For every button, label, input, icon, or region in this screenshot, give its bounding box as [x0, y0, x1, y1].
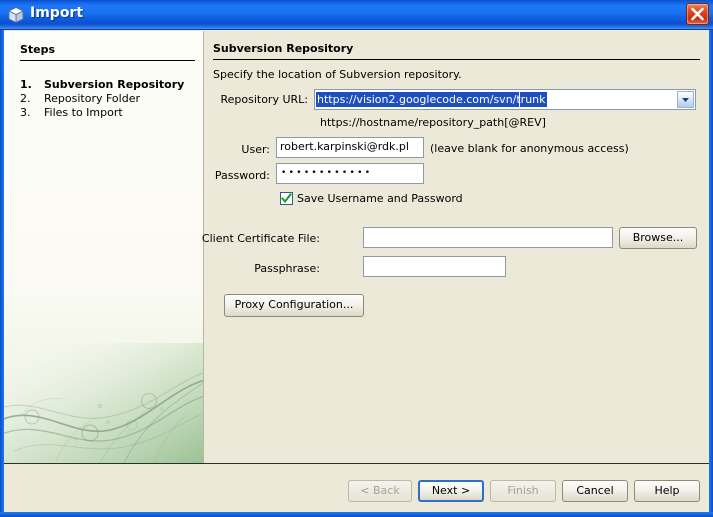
title-bar: Import — [0, 0, 713, 30]
step-number: 1. — [20, 78, 32, 91]
window-border-right — [709, 30, 713, 517]
save-credentials-label[interactable]: Save Username and Password — [297, 192, 463, 205]
repository-url-label: Repository URL: — [220, 93, 308, 106]
help-button[interactable]: Help — [634, 480, 700, 502]
footer-bar: < Back Next > Finish Cancel Help — [4, 464, 709, 512]
proxy-configuration-button[interactable]: Proxy Configuration... — [224, 294, 364, 317]
step-label: Files to Import — [44, 106, 123, 119]
password-label: Password: — [214, 169, 270, 182]
step-number: 2. — [20, 92, 31, 105]
back-button[interactable]: < Back — [348, 480, 412, 502]
sidebar-item-subversion-repository[interactable]: 1. Subversion Repository — [20, 78, 184, 93]
user-field[interactable]: robert.karpinski@rdk.pl — [276, 137, 424, 158]
finish-button[interactable]: Finish — [490, 480, 556, 502]
window-border-bottom — [0, 512, 713, 517]
next-button[interactable]: Next > — [418, 480, 484, 502]
steps-heading: Steps — [20, 43, 56, 56]
client-certificate-label: Client Certificate File: — [201, 232, 320, 245]
cancel-button[interactable]: Cancel — [562, 480, 628, 502]
browse-button[interactable]: Browse... — [619, 227, 697, 249]
decorative-swirl-graphic — [4, 343, 204, 463]
page-title: Subversion Repository — [213, 42, 354, 55]
repository-url-combo[interactable]: https://vision2.googlecode.com/svn/trunk — [314, 89, 696, 110]
import-wizard-dialog: Import Steps 1. Subversion Repository 2.… — [0, 0, 713, 517]
repository-url-hint: https://hostname/repository_path[@REV] — [320, 116, 546, 129]
password-field[interactable]: •••••••••••• — [276, 163, 424, 184]
sidebar-item-files-to-import[interactable]: 3. Files to Import — [20, 106, 123, 121]
user-label: User: — [241, 143, 270, 156]
step-label: Subversion Repository — [44, 78, 185, 91]
client-certificate-field[interactable] — [363, 227, 613, 248]
passphrase-field[interactable] — [363, 256, 506, 277]
steps-heading-rule — [20, 60, 195, 61]
password-masked-value: •••••••••••• — [281, 168, 373, 178]
text-caret — [519, 92, 520, 107]
page-title-rule — [213, 59, 700, 60]
page-description: Specify the location of Subversion repos… — [213, 68, 462, 81]
save-credentials-checkbox[interactable] — [280, 192, 293, 205]
chevron-down-icon[interactable] — [677, 91, 694, 108]
user-anonymous-note: (leave blank for anonymous access) — [430, 142, 629, 155]
window-title: Import — [30, 5, 84, 21]
passphrase-label: Passphrase: — [254, 262, 320, 275]
step-number: 3. — [20, 106, 31, 119]
cube-icon — [7, 6, 25, 24]
close-icon[interactable] — [686, 3, 709, 25]
repository-url-input[interactable]: https://vision2.googlecode.com/svn/trunk — [316, 92, 547, 107]
